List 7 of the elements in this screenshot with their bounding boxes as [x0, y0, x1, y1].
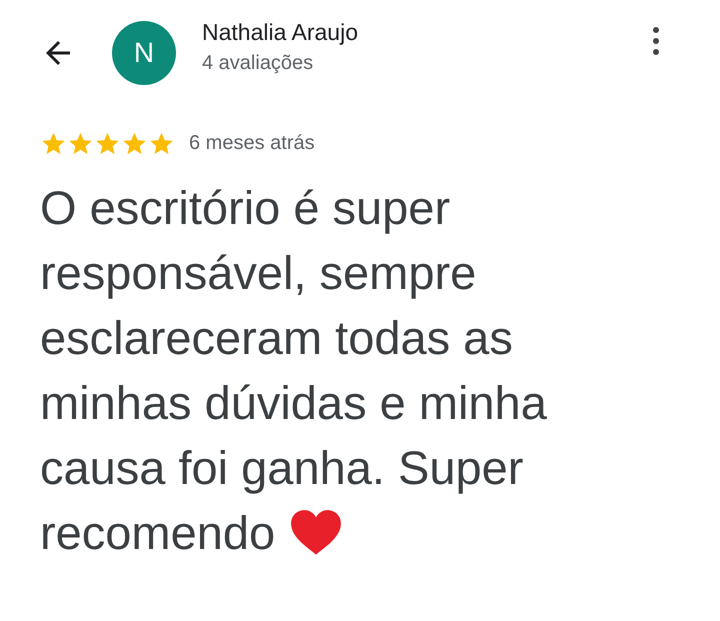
more-options-icon[interactable]: [650, 25, 662, 57]
review-text-end: recomendo: [40, 505, 276, 561]
heart-icon: [289, 508, 344, 556]
review-time: 6 meses atrás: [189, 132, 315, 155]
review-count: 4 avaliações: [202, 52, 314, 75]
reviewer-name: Nathalia Araujo: [202, 19, 359, 46]
avatar: N: [112, 21, 176, 85]
